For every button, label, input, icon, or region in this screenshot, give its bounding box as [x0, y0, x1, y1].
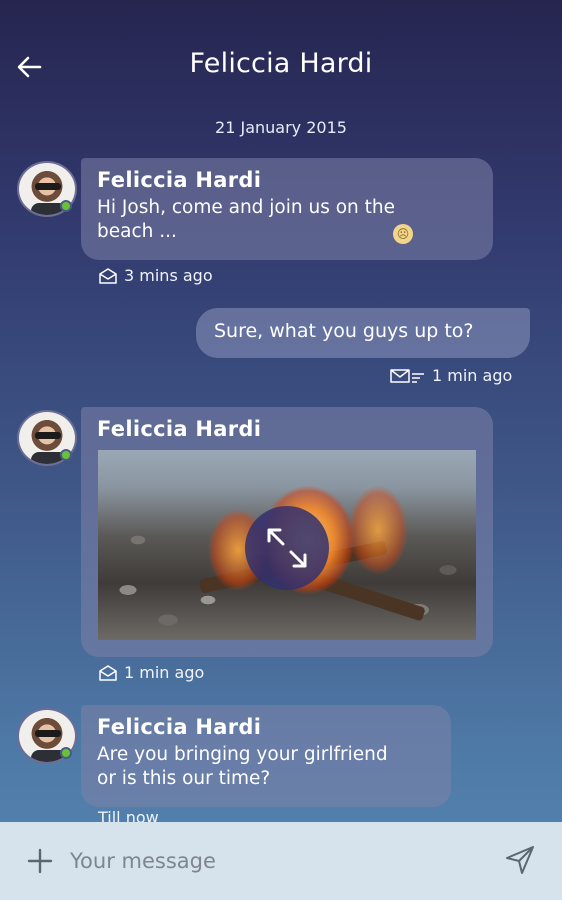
online-status-dot: [60, 747, 72, 759]
message-bubble[interactable]: Feliccia Hardi Hi Josh, come and join us…: [81, 158, 493, 260]
plus-icon: [27, 848, 53, 874]
sender-name: Feliccia Hardi: [97, 715, 262, 739]
sender-name: Feliccia Hardi: [97, 168, 262, 192]
envelope-open-icon: [99, 267, 117, 284]
message-meta: 1 min ago: [98, 663, 204, 682]
expand-image-button[interactable]: [245, 506, 329, 590]
message-meta: 3 mins ago: [98, 266, 213, 285]
message-time: 1 min ago: [124, 663, 205, 682]
message-text: Hi Josh, come and join us on the beach .…: [97, 197, 396, 242]
chat-header: Feliccia Hardi 21 January 2015: [0, 0, 562, 137]
message-composer: [0, 822, 562, 900]
date-separator: 21 January 2015: [215, 118, 347, 137]
message-input[interactable]: [70, 842, 470, 880]
expand-arrows-icon: [267, 528, 307, 568]
sad-face-icon: ☹: [393, 224, 413, 244]
online-status-dot: [60, 200, 72, 212]
message-bubble[interactable]: Feliccia Hardi Are you bringing your gir…: [81, 705, 451, 807]
message-text: Are you bringing your girlfriend or is t…: [97, 744, 388, 789]
send-button[interactable]: [504, 844, 536, 876]
glasses-detail: [35, 730, 61, 737]
envelope-sent-icon: [390, 368, 424, 383]
sender-name: Feliccia Hardi: [97, 417, 262, 441]
envelope-open-icon: [99, 664, 117, 681]
message-text: Sure, what you guys up to?: [214, 320, 474, 342]
add-attachment-button[interactable]: [26, 847, 54, 875]
campfire-photo[interactable]: [98, 450, 476, 640]
glasses-detail: [35, 183, 61, 190]
message-bubble[interactable]: Sure, what you guys up to?: [196, 308, 530, 358]
message-time: 3 mins ago: [124, 266, 213, 285]
send-icon: [506, 846, 534, 874]
message-time: 1 min ago: [432, 366, 513, 385]
online-status-dot: [60, 449, 72, 461]
glasses-detail: [35, 432, 61, 439]
page-title: Feliccia Hardi: [189, 48, 373, 79]
message-meta: 1 min ago: [390, 366, 512, 385]
